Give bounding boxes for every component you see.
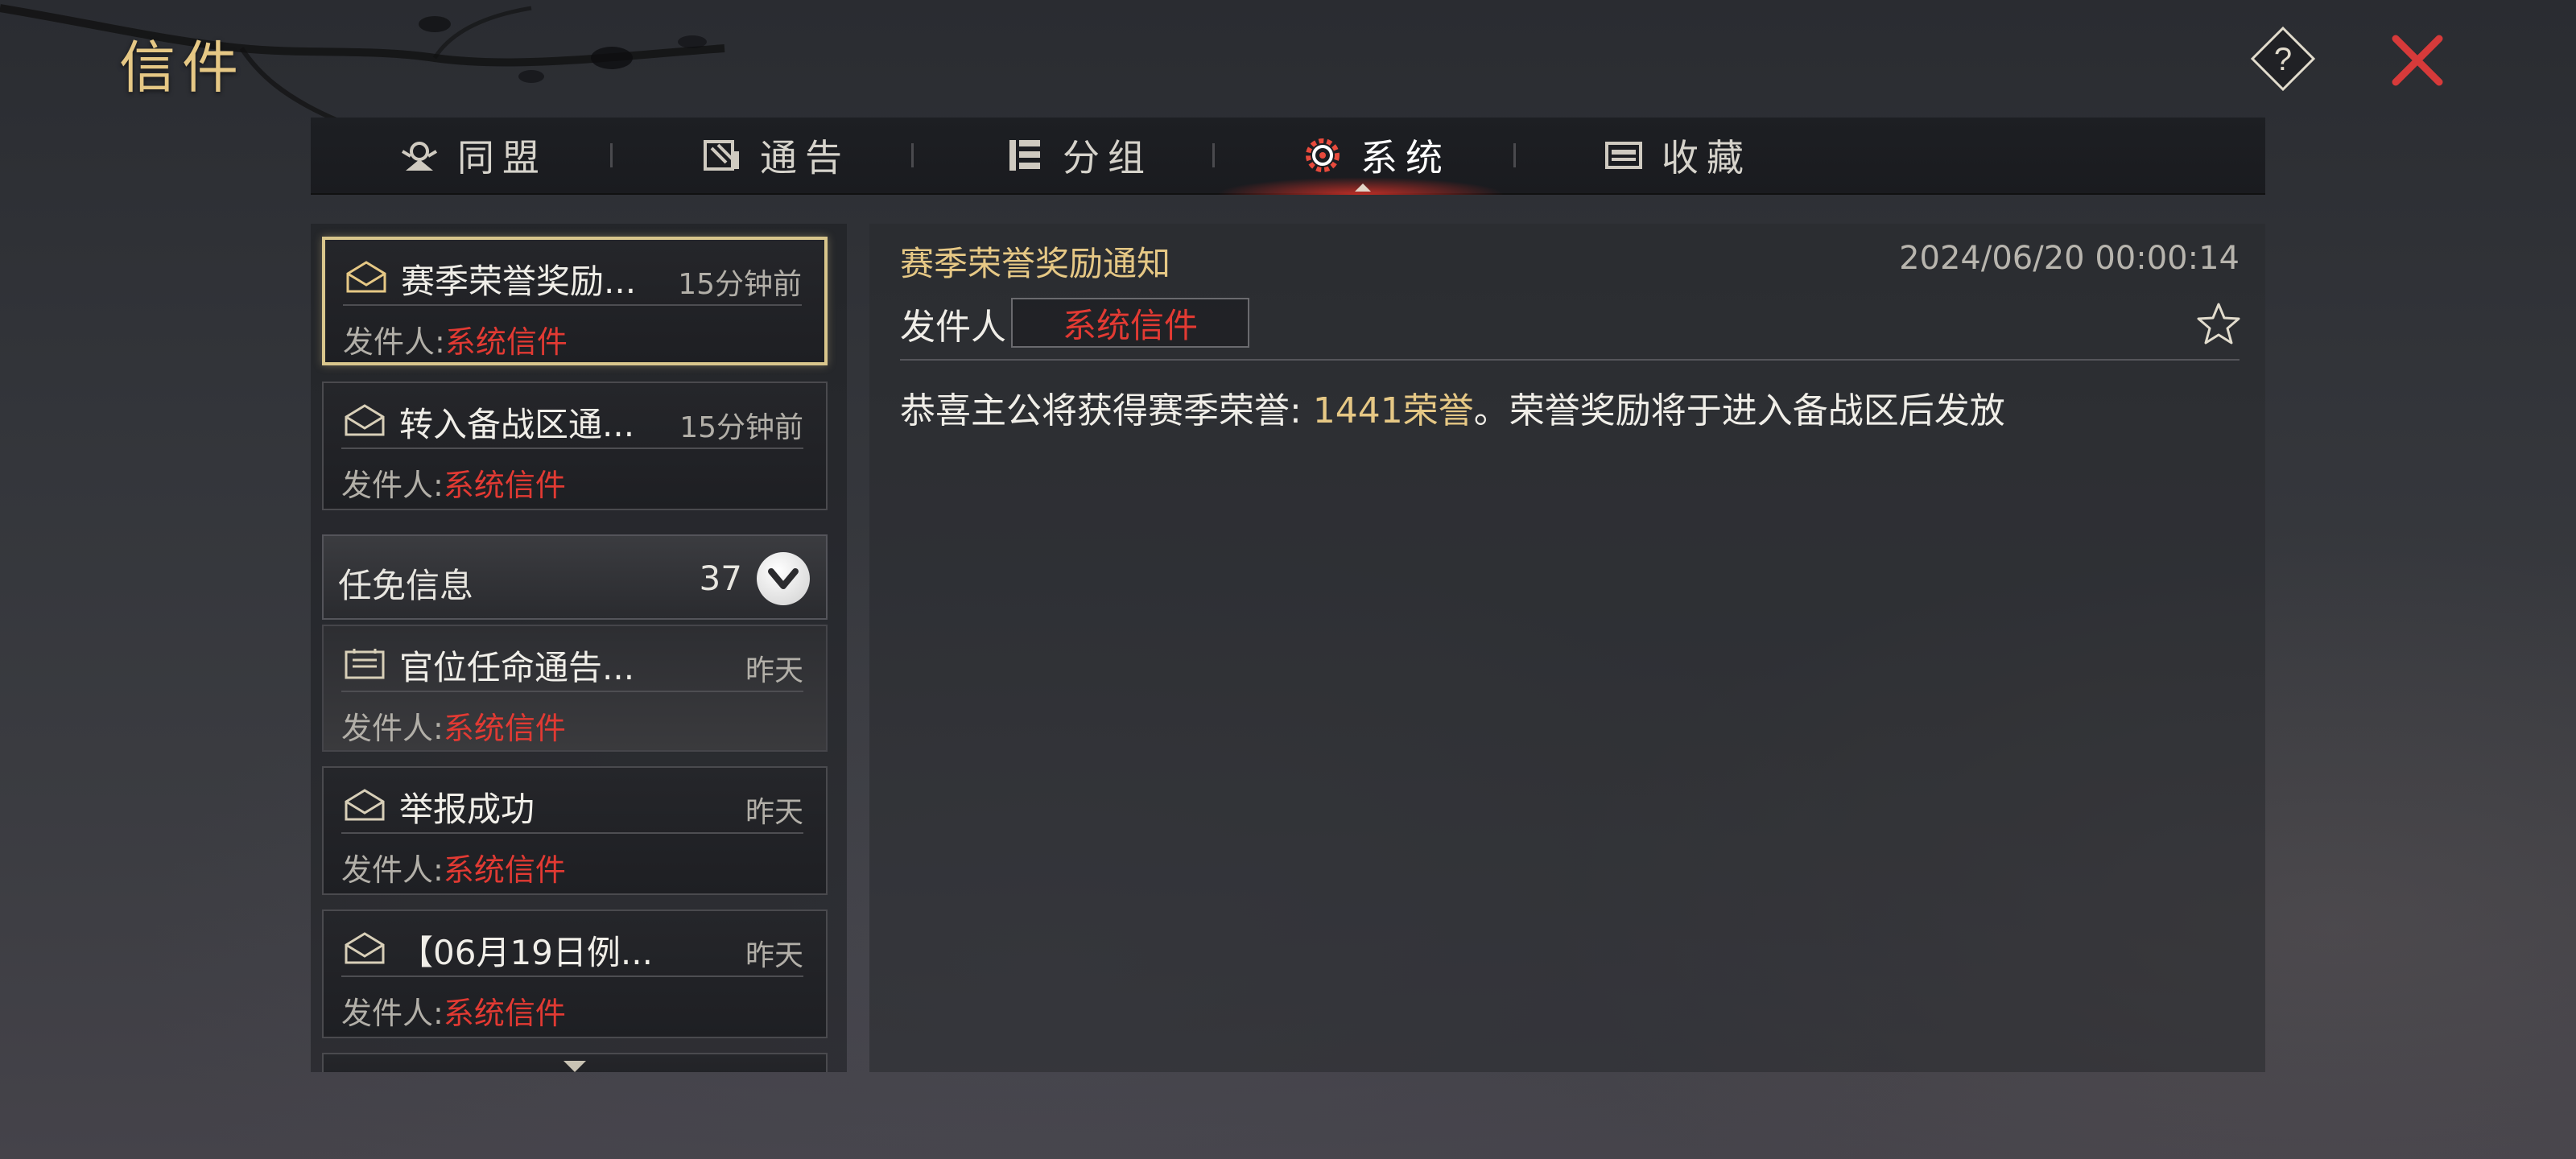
mail-sender: 发件人:系统信件 xyxy=(343,324,568,360)
help-icon: ? xyxy=(2250,26,2316,92)
group-header-appointments[interactable]: 任免信息 37 xyxy=(322,534,828,620)
mail-sender: 发件人:系统信件 xyxy=(341,996,566,1031)
divider xyxy=(900,359,2240,361)
tab-label: 收藏 xyxy=(1662,136,1752,179)
divider xyxy=(341,975,803,977)
tab-divider xyxy=(1513,143,1516,167)
group-label: 任免信息 xyxy=(338,566,474,605)
tab-favorites[interactable]: 收藏 xyxy=(1604,118,1752,193)
mail-detail-panel: 赛季荣誉奖励通知 2024/06/20 00:00:14 发件人 系统信件 恭喜… xyxy=(869,224,2265,1072)
mail-time: 昨天 xyxy=(745,654,803,687)
mail-sender: 发件人:系统信件 xyxy=(341,711,566,746)
tab-announcement[interactable]: 通告 xyxy=(702,118,850,193)
envelope-icon xyxy=(346,261,386,293)
chevron-down-icon xyxy=(768,568,799,589)
divider xyxy=(341,691,803,692)
alliance-icon xyxy=(401,142,438,171)
mail-detail-title: 赛季荣誉奖励通知 xyxy=(900,244,1171,283)
star-icon xyxy=(2197,303,2240,344)
announcement-icon xyxy=(704,140,739,171)
mail-sender: 发件人:系统信件 xyxy=(341,852,566,888)
favorites-icon xyxy=(1605,142,1642,169)
tab-divider xyxy=(1212,143,1215,167)
tab-label: 系统 xyxy=(1360,136,1451,179)
mail-time: 昨天 xyxy=(745,939,803,972)
tab-divider xyxy=(911,143,914,167)
mail-item[interactable]: 转入备战区通... 15分钟前 发件人:系统信件 xyxy=(322,382,828,510)
mail-detail-datetime: 2024/06/20 00:00:14 xyxy=(1899,240,2240,277)
divider xyxy=(343,304,802,306)
mail-sender: 发件人:系统信件 xyxy=(341,468,566,503)
envelope-icon xyxy=(345,404,385,436)
page-title: 信件 xyxy=(119,35,245,101)
group-count: 37 xyxy=(699,559,742,598)
mail-item[interactable]: 【06月19日例... 昨天 发件人:系统信件 xyxy=(322,909,828,1038)
tab-alliance[interactable]: 同盟 xyxy=(399,118,547,193)
mail-item-grouped[interactable]: 官位任命通告... 昨天 发件人:系统信件 xyxy=(322,625,828,752)
tab-divider xyxy=(610,143,613,167)
system-gear-icon xyxy=(1306,138,1340,172)
notice-scroll-icon xyxy=(345,649,385,679)
mail-subject: 【06月19日例... xyxy=(399,933,653,972)
mail-subject: 官位任命通告... xyxy=(399,648,635,687)
svg-text:?: ? xyxy=(2274,42,2292,77)
group-icon xyxy=(1009,140,1040,171)
divider xyxy=(341,832,803,834)
active-tab-indicator xyxy=(1355,184,1371,192)
mail-time: 昨天 xyxy=(745,796,803,829)
tab-label: 同盟 xyxy=(457,136,547,179)
envelope-icon xyxy=(345,932,385,964)
mail-item[interactable]: 赛季荣誉奖励... 15分钟前 发件人:系统信件 xyxy=(322,237,828,365)
sender-name-box: 系统信件 xyxy=(1011,298,1249,348)
tab-label: 分组 xyxy=(1063,136,1153,179)
mail-subject: 举报成功 xyxy=(399,790,535,829)
close-button[interactable] xyxy=(2389,32,2446,89)
mail-item[interactable]: 举报成功 昨天 发件人:系统信件 xyxy=(322,766,828,895)
expand-toggle-button[interactable] xyxy=(757,552,810,605)
tab-label: 通告 xyxy=(760,136,850,179)
help-button[interactable]: ? xyxy=(2250,26,2316,92)
mail-time: 15分钟前 xyxy=(679,411,803,444)
mail-subject: 赛季荣誉奖励... xyxy=(401,262,637,301)
mail-body-text: 恭喜主公将获得赛季荣誉: 1441荣誉。荣誉奖励将于进入备战区后发放 xyxy=(900,390,2005,431)
scroll-more-indicator xyxy=(564,1061,586,1072)
sender-label: 发件人 xyxy=(900,307,1006,348)
favorite-button[interactable] xyxy=(2196,301,2241,346)
close-icon xyxy=(2392,35,2443,86)
mail-subject: 转入备战区通... xyxy=(399,405,635,444)
tab-group[interactable]: 分组 xyxy=(1005,118,1153,193)
divider xyxy=(341,448,803,449)
envelope-icon xyxy=(345,789,385,821)
mail-list[interactable]: 赛季荣誉奖励... 15分钟前 发件人:系统信件 转入备战区通... 15分钟前… xyxy=(311,224,847,1072)
mail-time: 15分钟前 xyxy=(678,268,802,301)
